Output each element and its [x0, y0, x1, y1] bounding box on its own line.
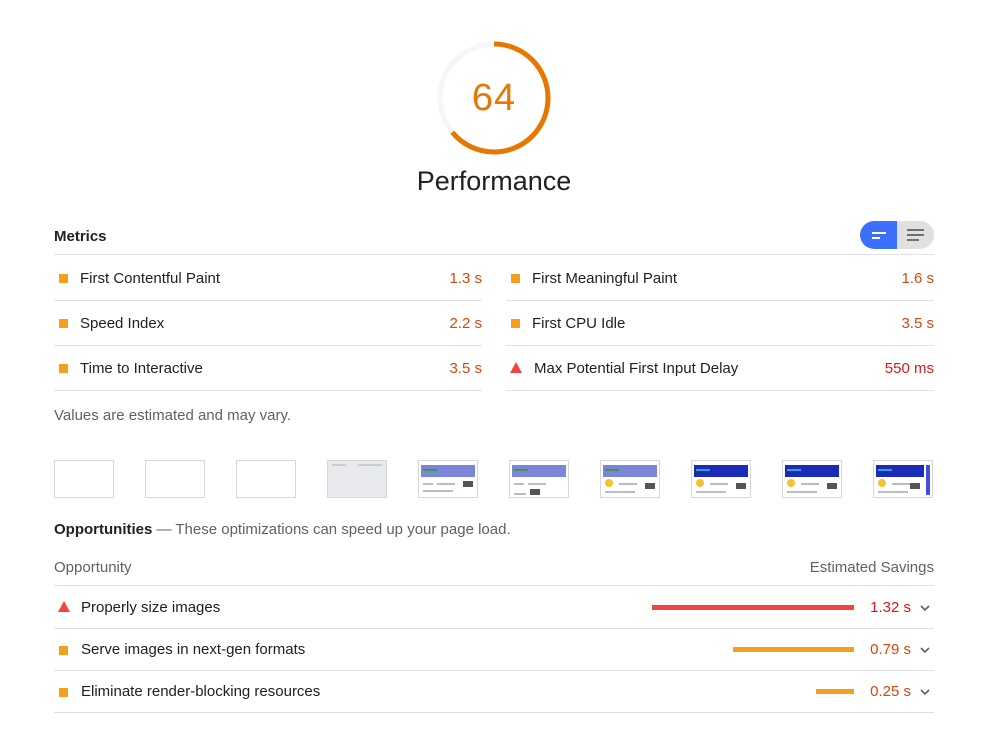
savings-bar-track	[606, 605, 854, 610]
filmstrip-frame	[509, 460, 569, 498]
metric-row: Speed Index 2.2 s	[54, 301, 482, 346]
category-title: Performance	[416, 166, 572, 196]
filmstrip	[54, 460, 934, 498]
toggle-compact-view-icon[interactable]	[860, 221, 897, 249]
metric-value: 3.5 s	[901, 315, 934, 332]
metric-label: First Contentful Paint	[80, 270, 221, 287]
average-square-icon	[59, 364, 68, 373]
average-square-icon	[59, 646, 68, 655]
metric-row: Time to Interactive 3.5 s	[54, 346, 482, 391]
opportunity-row-render-blocking[interactable]: Eliminate render-blocking resources 0.25…	[54, 671, 934, 713]
filmstrip-frame	[782, 460, 842, 498]
savings-bar-track	[606, 647, 854, 652]
metric-value: 2.2 s	[449, 315, 482, 332]
filmstrip-frame	[600, 460, 660, 498]
average-square-icon	[59, 274, 68, 283]
opportunity-savings-value: 0.25 s	[870, 683, 911, 700]
metric-row: First Meaningful Paint 1.6 s	[506, 256, 934, 301]
savings-bar-track	[606, 689, 854, 694]
metric-row: First Contentful Paint 1.3 s	[54, 256, 482, 301]
opportunity-row-properly-size-images[interactable]: Properly size images 1.32 s	[54, 587, 934, 629]
metric-value: 550 ms	[884, 360, 934, 377]
metrics-header: Metrics	[54, 221, 934, 255]
opportunities-heading: Opportunities — These optimizations can …	[54, 521, 511, 538]
chevron-down-icon[interactable]	[918, 643, 932, 657]
savings-bar	[652, 605, 854, 610]
column-opportunity: Opportunity	[54, 559, 132, 576]
metrics-title: Metrics	[54, 228, 107, 245]
fail-triangle-icon	[510, 362, 522, 373]
column-estimated-savings: Estimated Savings	[809, 559, 934, 576]
opportunity-savings-value: 0.79 s	[870, 641, 911, 658]
chevron-down-icon[interactable]	[918, 685, 932, 699]
metric-label: First CPU Idle	[532, 315, 626, 332]
metric-label: Speed Index	[80, 315, 165, 332]
opportunity-row-next-gen-formats[interactable]: Serve images in next-gen formats 0.79 s	[54, 629, 934, 671]
metric-value: 1.6 s	[901, 270, 934, 287]
savings-bar	[815, 689, 854, 694]
metrics-view-toggle[interactable]	[860, 221, 934, 249]
metric-label: Time to Interactive	[80, 360, 203, 377]
chevron-down-icon[interactable]	[918, 601, 932, 615]
metric-label: First Meaningful Paint	[532, 270, 678, 287]
filmstrip-frame	[418, 460, 478, 498]
metric-row: Max Potential First Input Delay 550 ms	[506, 346, 934, 391]
savings-bar	[733, 647, 854, 652]
filmstrip-frame	[54, 460, 114, 498]
average-square-icon	[59, 319, 68, 328]
metric-value: 3.5 s	[449, 360, 482, 377]
gauge-score: 64	[471, 76, 517, 119]
metric-label: Max Potential First Input Delay	[534, 360, 739, 377]
average-square-icon	[511, 319, 520, 328]
performance-gauge: 64	[0, 38, 981, 158]
opportunity-savings-value: 1.32 s	[870, 599, 911, 616]
opportunities-description: — These optimizations can speed up your …	[152, 521, 511, 538]
estimate-note: Values are estimated and may vary.	[54, 407, 292, 424]
average-square-icon	[59, 688, 68, 697]
filmstrip-frame	[145, 460, 205, 498]
average-square-icon	[511, 274, 520, 283]
metrics-column-right: First Meaningful Paint 1.6 s First CPU I…	[506, 256, 934, 391]
metric-row: First CPU Idle 3.5 s	[506, 301, 934, 346]
opportunities-title: Opportunities	[54, 521, 153, 538]
filmstrip-frame	[327, 460, 387, 498]
filmstrip-frame	[691, 460, 751, 498]
metrics-column-left: First Contentful Paint 1.3 s Speed Index…	[54, 256, 482, 391]
fail-triangle-icon	[58, 601, 70, 612]
filmstrip-frame	[873, 460, 933, 498]
metric-value: 1.3 s	[449, 270, 482, 287]
opportunity-label: Properly size images	[81, 599, 221, 616]
opportunity-label: Eliminate render-blocking resources	[81, 683, 321, 700]
opportunities-column-header: Opportunity Estimated Savings	[54, 552, 934, 586]
toggle-expanded-view-icon[interactable]	[897, 221, 934, 249]
filmstrip-frame	[236, 460, 296, 498]
opportunity-label: Serve images in next-gen formats	[81, 641, 306, 658]
